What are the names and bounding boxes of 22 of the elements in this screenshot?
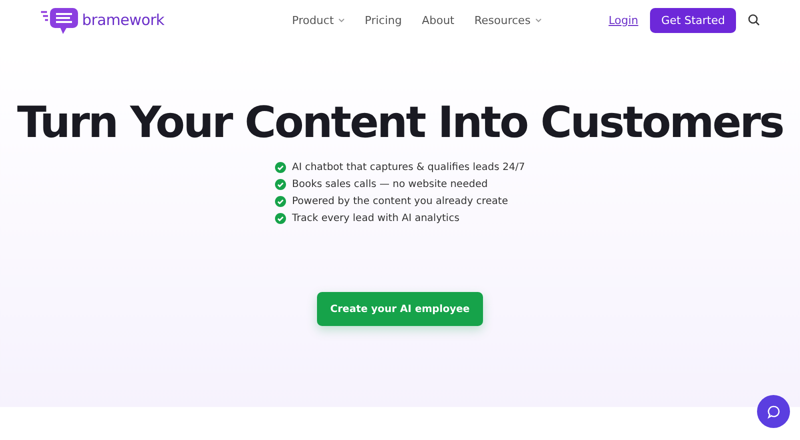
- chevron-down-icon: [534, 18, 542, 22]
- hero-title: Turn Your Content Into Customers: [17, 98, 783, 148]
- feature-text: Powered by the content you already create: [292, 196, 508, 207]
- check-circle-icon: [274, 162, 286, 173]
- feature-text: AI chatbot that captures & qualifies leads 24/7: [292, 162, 525, 173]
- nav-link[interactable]: Resources: [474, 14, 542, 26]
- feature-text: Books sales calls — no website needed: [292, 179, 488, 190]
- logo-icon: [40, 5, 80, 35]
- search-icon[interactable]: [748, 14, 760, 26]
- login-link[interactable]: Login: [608, 14, 638, 26]
- chat-icon: [766, 404, 780, 418]
- chat-button[interactable]: [757, 395, 790, 428]
- get-started-button[interactable]: Get Started: [650, 8, 736, 32]
- check-circle-icon: [274, 213, 286, 224]
- check-circle-icon: [274, 196, 286, 207]
- chevron-down-icon: [338, 18, 345, 22]
- feature-text: Track every lead with AI analytics: [292, 213, 460, 224]
- nav-link[interactable]: Pricing: [364, 14, 402, 26]
- nav-link[interactable]: Product: [292, 14, 345, 26]
- nav-link[interactable]: About: [422, 14, 454, 26]
- check-circle-icon: [274, 179, 286, 190]
- logo-text[interactable]: bramework: [82, 11, 164, 29]
